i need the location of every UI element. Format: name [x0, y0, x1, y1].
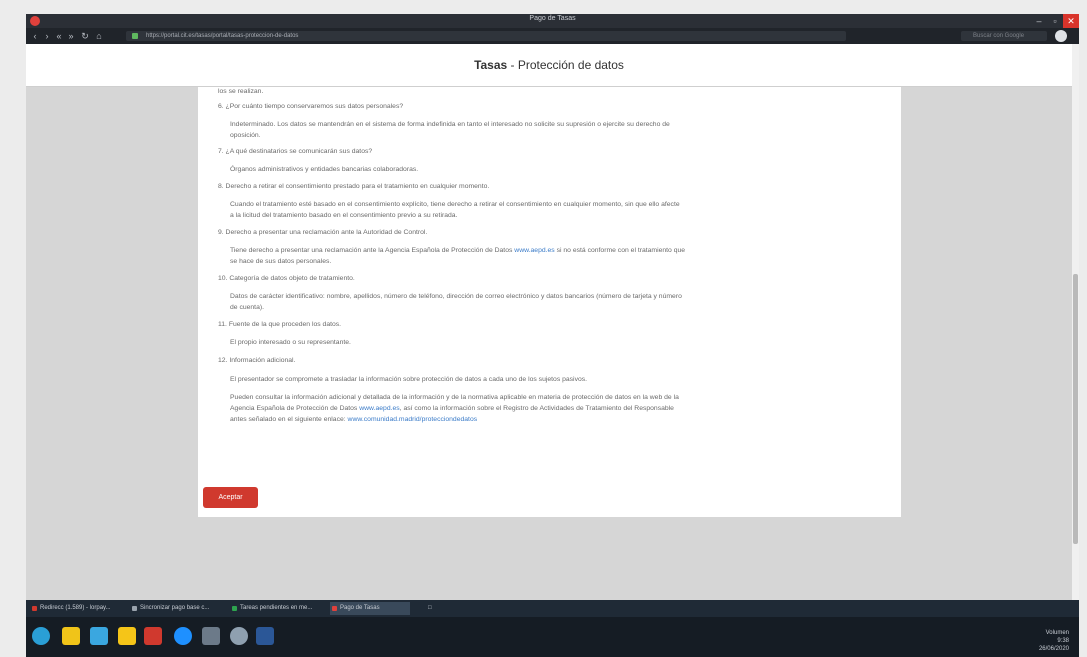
tab-favicon-icon [132, 606, 137, 611]
browser-tab-strip: Redirecc (1.589) - lorpay... Sincronizar… [26, 600, 1079, 617]
tab-item[interactable]: Tareas pendientes en me... [230, 602, 326, 615]
section-heading: 10. Categoría de datos objeto de tratami… [218, 275, 355, 282]
search-placeholder: Buscar con Google [973, 33, 1025, 39]
tab-label: Sincronizar pago base c... [140, 605, 210, 611]
new-tab-icon[interactable]: □ [418, 602, 432, 615]
section-heading: 9. Derecho a presentar una reclamación a… [218, 229, 428, 236]
back-icon[interactable]: ‹ [30, 30, 40, 42]
reload-icon[interactable]: ↻ [80, 30, 90, 42]
page-title-rest: - Protección de datos [507, 58, 624, 72]
text-span: si no está conforme con el tratamiento q… [556, 247, 686, 254]
lock-icon [132, 33, 138, 39]
text-line: antes señalado en el siguiente enlace: w… [230, 416, 477, 423]
tab-label: Pago de Tasas [340, 605, 380, 611]
screen: Pago de Tasas – ▫ ✕ ‹ › « » ↻ ⌂ https://… [0, 0, 1087, 657]
fast-forward-icon[interactable]: » [66, 30, 76, 42]
text-line: los se realizan. [218, 88, 264, 95]
volume-label: Volumen [1045, 630, 1069, 636]
text-line: Tiene derecho a presentar una reclamació… [230, 247, 685, 254]
page-scrollbar[interactable] [1072, 44, 1079, 600]
vivaldi-icon[interactable] [144, 627, 162, 645]
text-line: a la licitud del tratamiento basado en e… [230, 212, 458, 219]
system-tray[interactable]: Volumen 9:38 26/06/2020 [1039, 629, 1069, 653]
text-line: Indeterminado. Los datos se mantendrán e… [230, 121, 670, 128]
text-span: Agencia Española de Protección de Datos [230, 405, 358, 412]
text-line: Datos de carácter identificativo: nombre… [230, 293, 682, 300]
tab-item[interactable]: Sincronizar pago base c... [130, 602, 226, 615]
section-heading: 7. ¿A qué destinatarios se comunicarán s… [218, 148, 373, 155]
text-span: , así como la información sobre el Regis… [399, 405, 674, 412]
settings-icon[interactable] [230, 627, 248, 645]
tab-favicon-icon [32, 606, 37, 611]
text-line: se hace de sus datos personales. [230, 258, 332, 265]
page-title-bold: Tasas [474, 58, 508, 72]
browser-ie-icon[interactable] [90, 627, 108, 645]
aepd-link[interactable]: www.aepd.es [514, 247, 554, 254]
page-title: Tasas - Protección de datos [26, 58, 1072, 72]
text-line: Agencia Española de Protección de Datos … [230, 405, 674, 412]
section-heading: 6. ¿Por cuánto tiempo conservaremos sus … [218, 103, 404, 110]
clock-time: 9:38 [1057, 638, 1069, 644]
profile-icon[interactable] [1055, 30, 1067, 42]
notes-icon[interactable] [118, 627, 136, 645]
tab-favicon-icon [332, 606, 337, 611]
address-bar[interactable]: https://portal.cit.es/tasas/portal/tasas… [126, 31, 846, 41]
text-line: El presentador se compromete a trasladar… [230, 376, 588, 383]
page-viewport: Tasas - Protección de datos los se reali… [26, 44, 1079, 600]
url-text: https://portal.cit.es/tasas/portal/tasas… [146, 33, 299, 39]
section-heading: 12. Información adicional. [218, 357, 296, 364]
rewind-icon[interactable]: « [54, 30, 64, 42]
close-icon[interactable]: ✕ [1063, 14, 1079, 28]
word-icon[interactable] [256, 627, 274, 645]
home-icon[interactable]: ⌂ [94, 30, 104, 42]
text-span: Tiene derecho a presentar una reclamació… [230, 247, 513, 254]
text-line: de cuenta). [230, 304, 265, 311]
window-title: Pago de Tasas [529, 15, 576, 22]
aepd-link[interactable]: www.aepd.es [359, 405, 399, 412]
text-line: oposición. [230, 132, 261, 139]
windows-taskbar: Volumen 9:38 26/06/2020 [26, 617, 1079, 657]
section-heading: 11. Fuente de la que proceden los datos. [218, 321, 342, 328]
maximize-icon[interactable]: ▫ [1047, 14, 1063, 28]
file-explorer-icon[interactable] [62, 627, 80, 645]
browser-toolbar: ‹ › « » ↻ ⌂ https://portal.cit.es/tasas/… [26, 28, 1079, 44]
text-line: El propio interesado o su representante. [230, 339, 351, 346]
chrome-icon[interactable] [174, 627, 192, 645]
search-input[interactable]: Buscar con Google [961, 31, 1047, 41]
app-icon[interactable] [202, 627, 220, 645]
clock-date: 26/06/2020 [1038, 646, 1069, 652]
accept-button[interactable]: Aceptar [203, 487, 258, 508]
text-line: Cuando el tratamiento esté basado en el … [230, 201, 680, 208]
tab-favicon-icon [232, 606, 237, 611]
tab-item[interactable]: Redirecc (1.589) - lorpay... [30, 602, 126, 615]
forward-icon[interactable]: › [42, 30, 52, 42]
comunidad-link[interactable]: www.comunidad.madrid/protecciondedatos [348, 416, 478, 423]
tab-item-active[interactable]: Pago de Tasas [330, 602, 410, 615]
section-heading: 8. Derecho a retirar el consentimiento p… [218, 183, 490, 190]
privacy-panel: los se realizan. 6. ¿Por cuánto tiempo c… [198, 87, 901, 517]
tab-label: Redirecc (1.589) - lorpay... [40, 605, 111, 611]
start-icon[interactable] [32, 627, 50, 645]
text-line: Pueden consultar la información adiciona… [230, 394, 679, 401]
browser-titlebar: Pago de Tasas – ▫ ✕ [26, 14, 1079, 28]
tab-label: Tareas pendientes en me... [240, 605, 313, 611]
text-line: Órganos administrativos y entidades banc… [230, 166, 419, 173]
scroll-thumb[interactable] [1073, 274, 1078, 544]
page-header: Tasas - Protección de datos [26, 44, 1072, 87]
minimize-icon[interactable]: – [1031, 14, 1047, 28]
text-span: antes señalado en el siguiente enlace: [230, 416, 346, 423]
